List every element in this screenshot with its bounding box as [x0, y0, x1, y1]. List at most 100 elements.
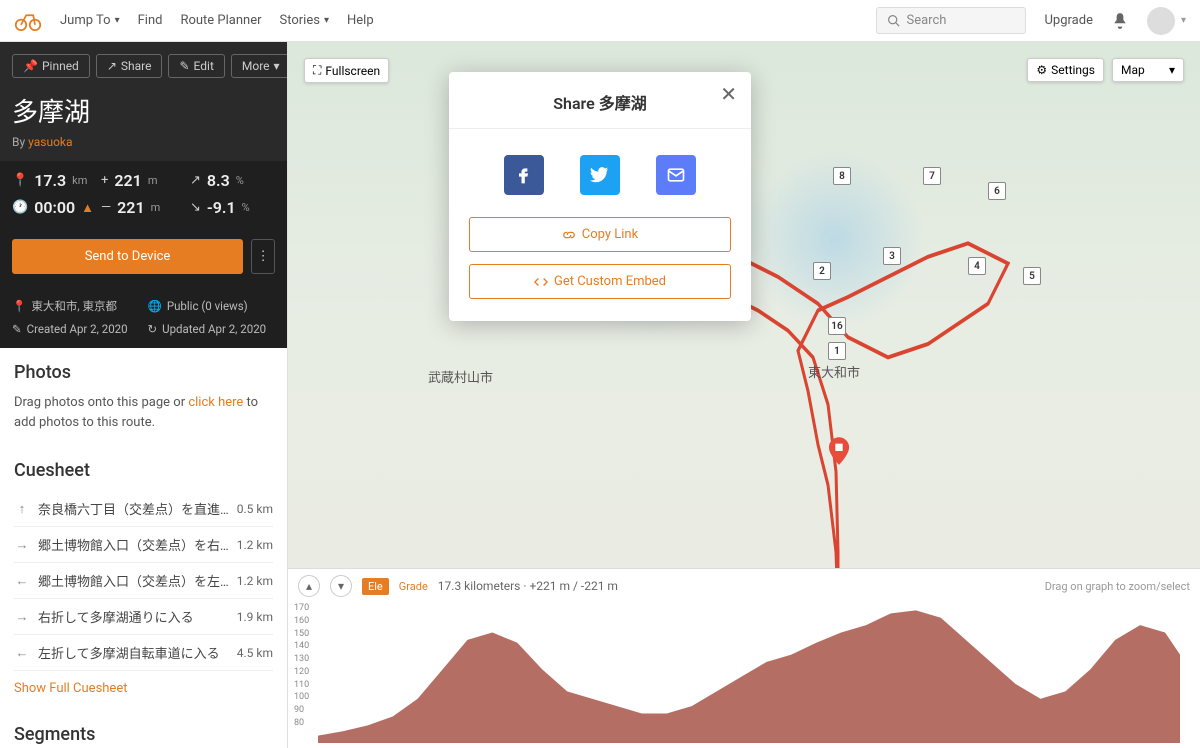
cue-item[interactable]: ←左折して多摩湖自転車道に入る4.5 km — [14, 635, 273, 671]
y-tick: 160 — [294, 616, 309, 626]
cue-item[interactable]: →郷土博物館入口（交差点）を右折...1.2 km — [14, 527, 273, 563]
embed-button[interactable]: Get Custom Embed — [469, 264, 731, 299]
elev-summary: 17.3 kilometers · +221 m / -221 m — [438, 579, 618, 593]
elev-ele-tab[interactable]: Ele — [362, 578, 389, 595]
cue-distance: 1.2 km — [237, 574, 273, 588]
map-marker[interactable]: 16 — [828, 317, 846, 335]
map-pin-icon — [828, 437, 850, 465]
nav-route-planner[interactable]: Route Planner — [180, 13, 261, 28]
cue-text: 右折して多摩湖通りに入る — [38, 607, 229, 626]
nav-upgrade[interactable]: Upgrade — [1044, 13, 1092, 28]
route-title: 多摩湖 — [12, 92, 275, 129]
bell-icon[interactable] — [1111, 12, 1129, 30]
route-author: By yasuoka — [12, 135, 275, 149]
y-tick: 150 — [294, 629, 309, 639]
map-marker[interactable]: 5 — [1023, 267, 1041, 285]
chevron-down-icon: ▾ — [324, 15, 329, 26]
elev-hint: Drag on graph to zoom/select — [1045, 580, 1190, 593]
avatar — [1147, 7, 1175, 35]
author-link[interactable]: yasuoka — [28, 135, 72, 149]
stat-time: 🕐 00:00 ▲ — [12, 198, 97, 217]
y-tick: 110 — [294, 680, 309, 690]
nav-find[interactable]: Find — [138, 13, 163, 28]
meta-created: ✎ Created Apr 2, 2020 — [12, 322, 140, 336]
elev-up-button[interactable]: ▴ — [298, 575, 320, 597]
map-layer-select[interactable]: Map ▾ — [1112, 58, 1184, 82]
map-marker[interactable]: 2 — [813, 262, 831, 280]
elev-grade-tab[interactable]: Grade — [399, 580, 428, 593]
stat-avg-grade: ↗ 8.3% — [190, 171, 275, 190]
twitter-share-button[interactable] — [580, 155, 620, 195]
meta-updated: ↻ Updated Apr 2, 2020 — [148, 322, 276, 336]
stat-elev-loss: — 221m — [101, 198, 186, 217]
stat-min-grade: ↘ -9.1% — [190, 198, 275, 217]
cue-distance: 1.2 km — [237, 538, 273, 552]
route-meta: 📍 東大和市, 東京都 🌐 Public (0 views) ✎ Created… — [0, 286, 287, 348]
show-full-cuesheet[interactable]: Show Full Cuesheet — [14, 681, 273, 696]
map-marker[interactable]: 1 — [828, 342, 846, 360]
y-tick: 130 — [294, 654, 309, 664]
pinned-button[interactable]: 📌 Pinned — [12, 54, 90, 78]
nav-stories[interactable]: Stories ▾ — [280, 13, 329, 28]
chevron-down-icon: ▾ — [1181, 15, 1186, 26]
send-options-button[interactable]: ⋮ — [251, 239, 275, 274]
y-tick: 140 — [294, 641, 309, 651]
cue-text: 奈良橋六丁目（交差点）を直進し... — [38, 499, 229, 518]
cue-distance: 4.5 km — [237, 646, 273, 660]
map-settings-button[interactable]: ⚙ Settings — [1027, 58, 1104, 82]
nav-help[interactable]: Help — [347, 13, 374, 28]
cue-arrow-icon: ← — [14, 645, 30, 661]
close-icon[interactable]: ✕ — [720, 84, 737, 104]
stat-distance: 📍 17.3km — [12, 171, 97, 190]
photos-click-here[interactable]: click here — [188, 395, 243, 410]
cuesheet-heading: Cuesheet — [14, 460, 273, 481]
logo-icon[interactable] — [14, 10, 42, 32]
cuesheet-section: Cuesheet ↑奈良橋六丁目（交差点）を直進し...0.5 km→郷土博物館… — [0, 446, 287, 710]
stat-elev-gain: + 221m — [101, 171, 186, 190]
email-share-button[interactable] — [656, 155, 696, 195]
segments-section: Segments There are no segments for this … — [0, 710, 287, 748]
sidebar: 📌 Pinned ↗ Share ✎ Edit More ▾ 多摩湖 By ya… — [0, 42, 288, 748]
user-menu[interactable]: ▾ — [1147, 7, 1186, 35]
map-marker[interactable]: 4 — [968, 257, 986, 275]
share-button[interactable]: ↗ Share — [96, 54, 163, 78]
search-icon — [887, 14, 900, 27]
modal-title: Share 多摩湖 — [449, 72, 751, 129]
cue-arrow-icon: ← — [14, 573, 30, 589]
nav-jump-to[interactable]: Jump To ▾ — [60, 13, 120, 28]
meta-location: 📍 東大和市, 東京都 — [12, 298, 140, 314]
map-marker[interactable]: 8 — [833, 167, 851, 185]
cue-distance: 0.5 km — [237, 502, 273, 516]
y-tick: 170 — [294, 603, 309, 613]
cue-item[interactable]: ← 郷土博物館入口（交差点）を左折... 1.2 km — [14, 563, 273, 599]
fullscreen-button[interactable]: ⛶ Fullscreen — [304, 58, 389, 83]
y-tick: 120 — [294, 667, 309, 677]
cue-distance: 1.9 km — [237, 610, 273, 624]
cue-arrow-icon: ↑ — [14, 501, 30, 517]
top-nav: Jump To ▾ Find Route Planner Stories ▾ H… — [0, 0, 1200, 42]
copy-link-button[interactable]: Copy Link — [469, 217, 731, 252]
y-tick: 80 — [294, 718, 304, 728]
meta-privacy: 🌐 Public (0 views) — [148, 298, 276, 314]
send-to-device-button[interactable]: Send to Device — [12, 239, 243, 274]
map-marker[interactable]: 6 — [988, 182, 1006, 200]
cue-arrow-icon: → — [14, 609, 30, 625]
search-input[interactable]: Search — [876, 7, 1026, 34]
elev-down-button[interactable]: ▾ — [330, 575, 352, 597]
y-tick: 100 — [294, 692, 309, 702]
elevation-panel: ▴ ▾ Ele Grade 17.3 kilometers · +221 m /… — [288, 568, 1200, 748]
map-marker[interactable]: 7 — [923, 167, 941, 185]
photos-heading: Photos — [14, 362, 273, 383]
photos-section: Photos Drag photos onto this page or cli… — [0, 348, 287, 446]
cue-arrow-icon: → — [14, 537, 30, 553]
share-modal: ✕ Share 多摩湖 Copy Link Get Custom Embed — [449, 72, 751, 321]
elevation-chart[interactable]: 1701601501401301201101009080 — [288, 603, 1200, 743]
more-button[interactable]: More ▾ — [231, 54, 288, 78]
cue-item[interactable]: ↑ 奈良橋六丁目（交差点）を直進し... 0.5 km — [14, 491, 273, 527]
cue-item[interactable]: → 右折して多摩湖通りに入る 1.9 km — [14, 599, 273, 635]
cue-text: 郷土博物館入口（交差点）を左折... — [38, 571, 229, 590]
map-marker[interactable]: 3 — [883, 247, 901, 265]
facebook-share-button[interactable] — [504, 155, 544, 195]
edit-button[interactable]: ✎ Edit — [168, 54, 224, 78]
segments-heading: Segments — [14, 724, 273, 745]
